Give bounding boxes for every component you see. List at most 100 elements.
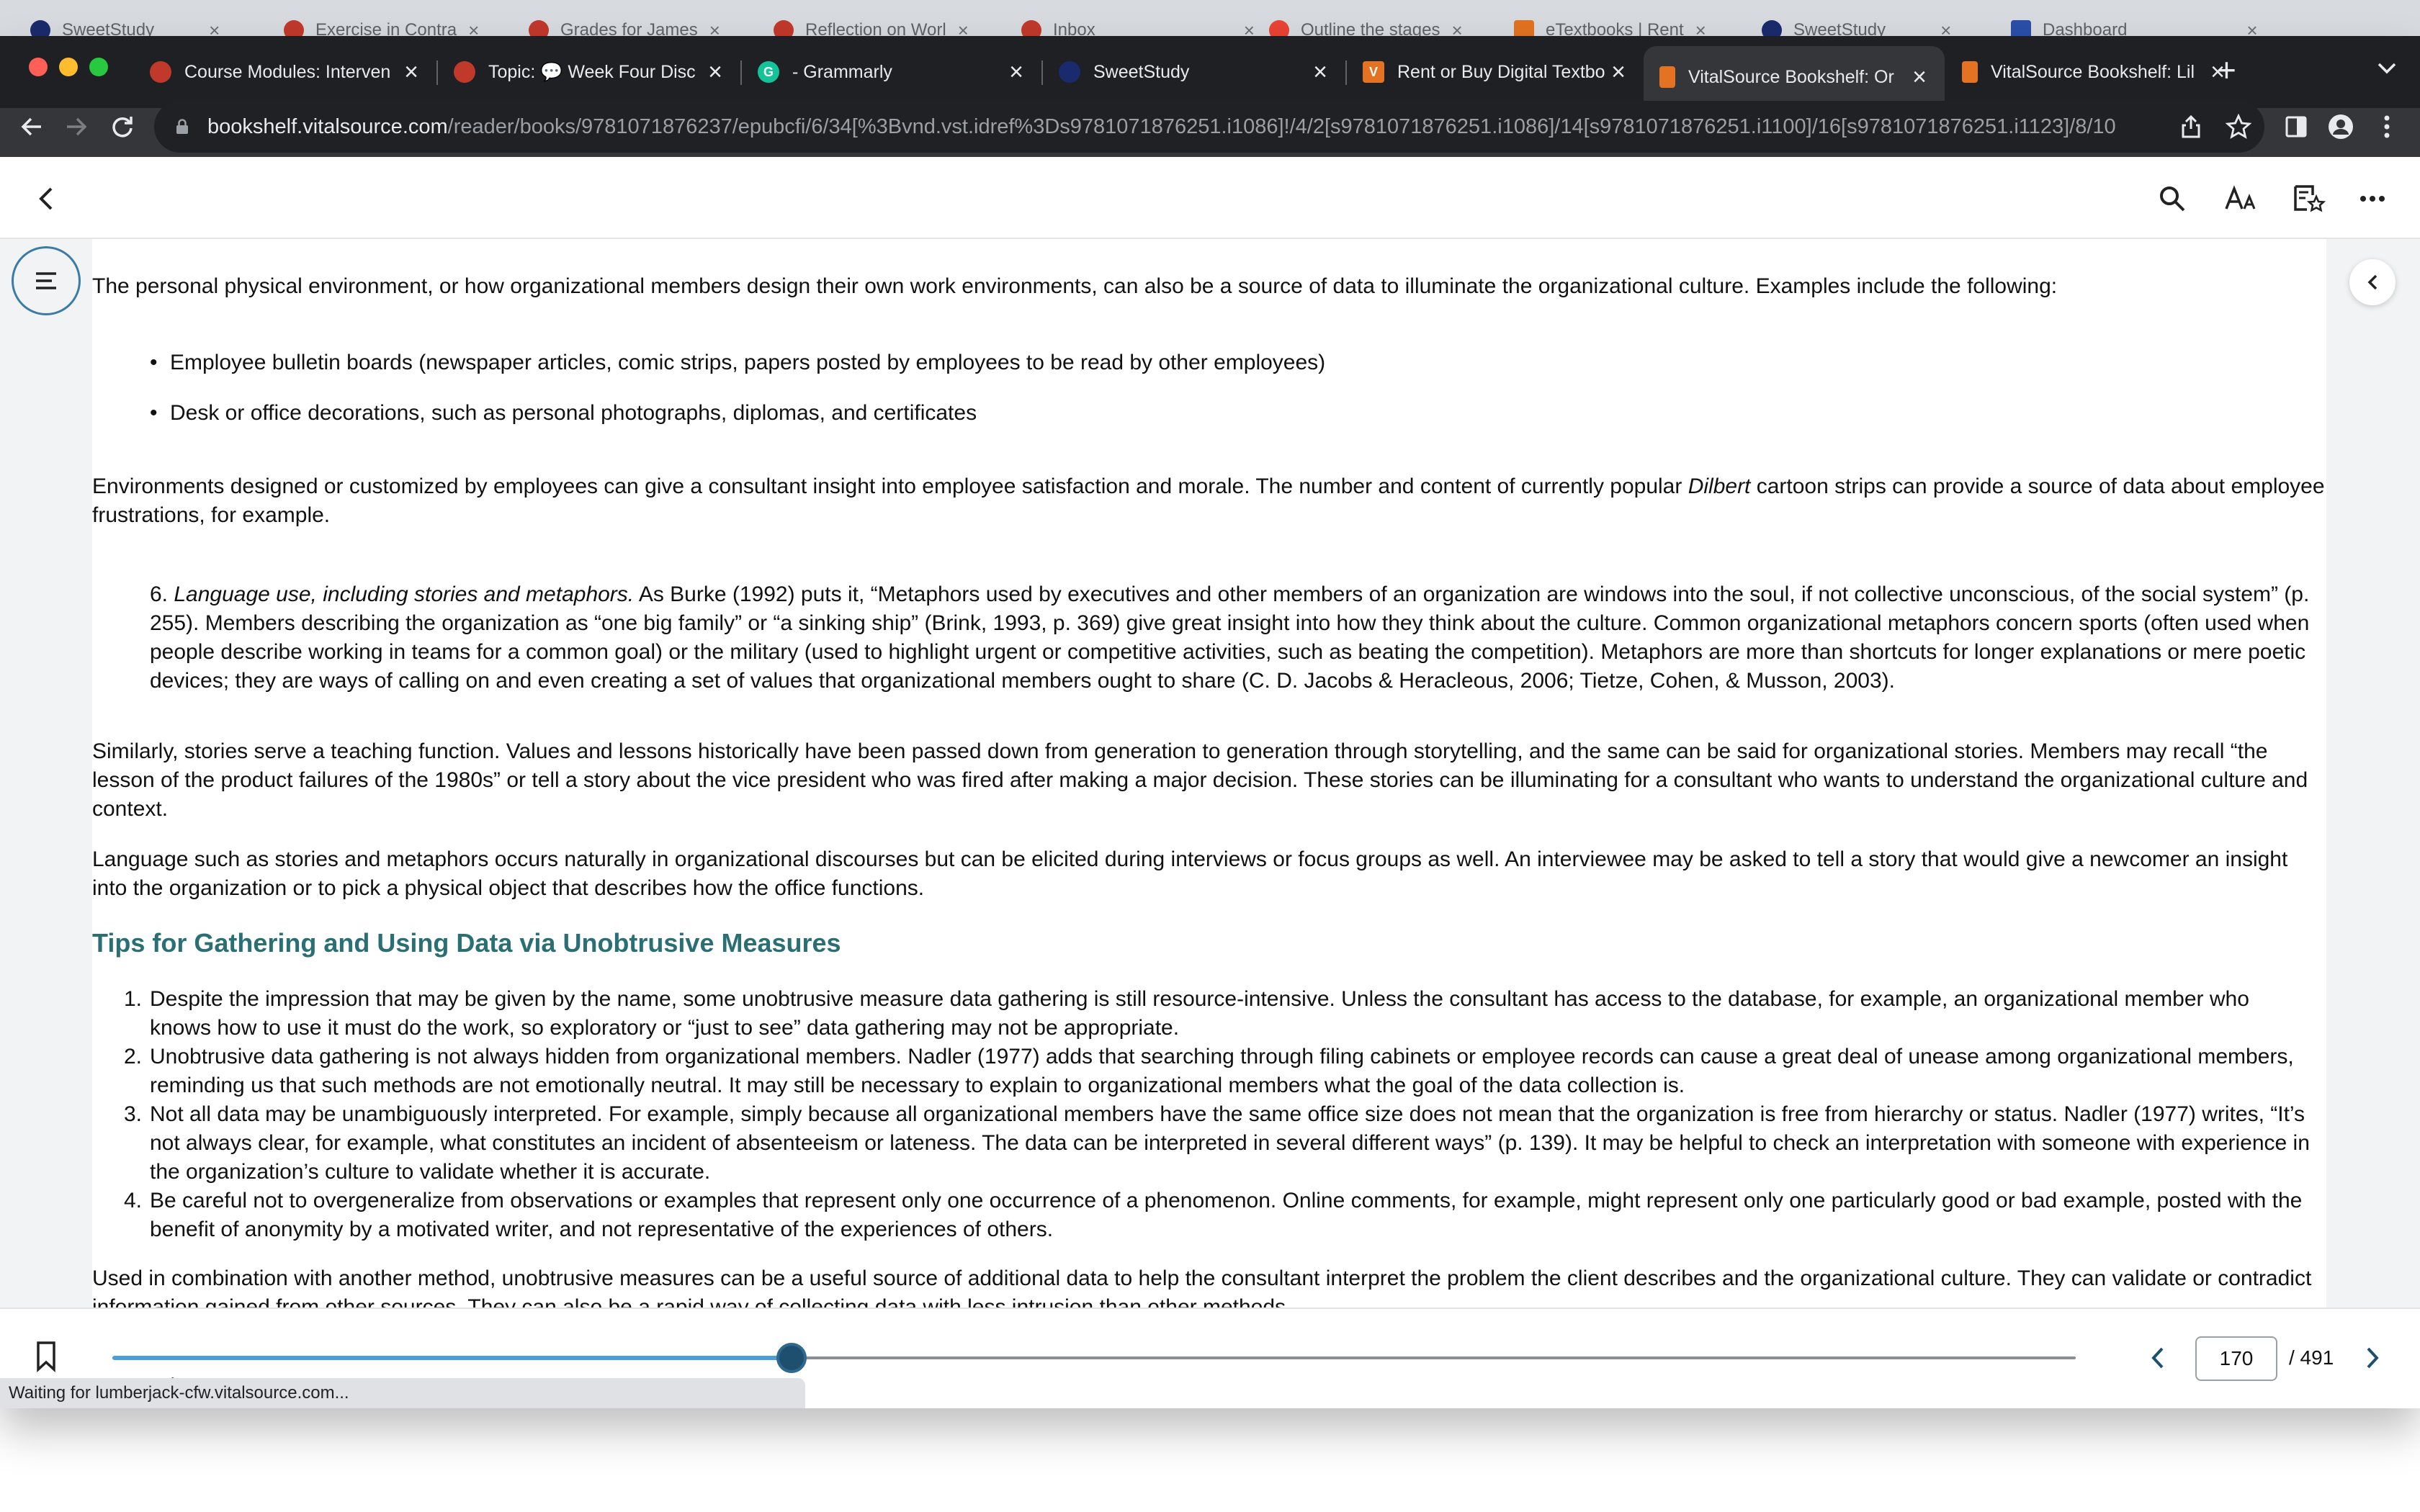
canvas-favicon-icon — [529, 20, 549, 36]
notes-highlights-button[interactable] — [2289, 179, 2329, 219]
tab-search-chevron-icon[interactable] — [2377, 58, 2397, 81]
side-panel-icon[interactable] — [2279, 109, 2313, 144]
reload-button[interactable] — [101, 105, 144, 148]
minimize-window-button[interactable] — [59, 58, 78, 76]
close-icon[interactable]: × — [468, 19, 479, 37]
page-total: / 491 — [2289, 1346, 2334, 1369]
item-number: 4. — [124, 1189, 143, 1212]
table-of-contents-button[interactable] — [12, 246, 81, 315]
tips-numbered-list: 1. Despite the impression that may be giv… — [124, 985, 2311, 1244]
list-item: 4. Be careful not to overgeneralize from … — [124, 1187, 2311, 1244]
environment-paragraph: Environments designed or customized by e… — [92, 472, 2325, 530]
bookmark-star-icon[interactable] — [2221, 109, 2256, 144]
sweetstudy-favicon-icon — [1762, 20, 1782, 36]
next-page-button[interactable] — [2355, 1341, 2390, 1375]
emphasis-text: Dilbert — [1688, 474, 1751, 498]
new-tab-button[interactable]: + — [2217, 53, 2236, 86]
background-tab[interactable]: Reflection on Worl × — [758, 16, 985, 36]
previous-page-button[interactable] — [2141, 1341, 2175, 1375]
close-icon[interactable]: × — [1695, 19, 1706, 37]
chevron-right-icon — [2367, 1347, 2379, 1369]
close-icon[interactable]: × — [1309, 60, 1331, 84]
dashboard-favicon-icon — [2011, 20, 2031, 36]
back-button[interactable] — [10, 105, 53, 148]
bookmark-icon[interactable] — [32, 1341, 60, 1372]
tab-vitalsource-bookshelf[interactable]: VitalSource Bookshelf: Lil × — [1946, 46, 2243, 98]
tab-week-four-discussion[interactable]: Topic: 💬 Week Four Disc × — [438, 46, 740, 98]
page-slider-progress — [112, 1356, 792, 1360]
tab-sweetstudy[interactable]: SweetStudy × — [1043, 46, 1345, 98]
address-bar[interactable]: bookshelf.vitalsource.com/reader/books/9… — [154, 101, 2264, 153]
background-tab-title: SweetStudy — [1793, 20, 1886, 36]
notebook-star-icon — [2294, 185, 2326, 212]
close-icon[interactable]: × — [1005, 60, 1027, 84]
background-tab[interactable]: Exercise in Contra × — [268, 16, 495, 36]
arrow-left-icon — [21, 117, 41, 136]
profile-avatar-icon[interactable] — [2323, 109, 2358, 144]
background-tab[interactable]: SweetStudy × — [14, 16, 236, 36]
close-icon[interactable]: × — [1909, 65, 1930, 89]
arrow-right-icon — [67, 117, 87, 136]
background-tab-title: Dashboard — [2043, 20, 2128, 36]
forward-button[interactable] — [55, 105, 98, 148]
tab-title: VitalSource Bookshelf: Lil — [1991, 61, 2195, 82]
reload-icon — [112, 117, 133, 138]
reader-back-button[interactable] — [26, 179, 66, 219]
font-size-icon — [2225, 185, 2256, 210]
search-icon — [2160, 186, 2185, 212]
intro-paragraph: The personal physical environment, or ho… — [92, 274, 2058, 298]
zoom-window-button[interactable] — [89, 58, 108, 76]
tab-course-modules[interactable]: Course Modules: Interven × — [134, 46, 436, 98]
background-tab[interactable]: Inbox × — [1005, 16, 1270, 36]
item-number: 6. — [150, 582, 169, 606]
close-icon[interactable]: × — [958, 19, 969, 37]
close-icon[interactable]: × — [704, 60, 726, 84]
background-tab-title: Grades for James — [560, 20, 698, 36]
background-tab[interactable]: Dashboard × — [1995, 16, 2274, 36]
page-number-input[interactable] — [2195, 1336, 2277, 1381]
examples-bullet-list: Employee bulletin boards (newspaper arti… — [150, 348, 2303, 449]
background-tab-title: Exercise in Contra — [315, 20, 457, 36]
canvas-favicon-icon — [774, 20, 794, 36]
tab-grammarly[interactable]: G - Grammarly × — [742, 46, 1041, 98]
reader-more-options-button[interactable] — [2352, 179, 2393, 219]
tab-title: VitalSource Bookshelf: Or — [1688, 66, 1894, 87]
page-slider-handle[interactable] — [776, 1343, 807, 1373]
list-item: 3. Not all data may be unambiguously inte… — [124, 1100, 2311, 1187]
background-tab[interactable]: SweetStudy × — [1746, 16, 1967, 36]
close-window-button[interactable] — [29, 58, 48, 76]
close-icon[interactable]: × — [1940, 19, 1951, 37]
url-text: bookshelf.vitalsource.com/reader/books/9… — [207, 115, 2116, 139]
text-size-button[interactable] — [2221, 179, 2262, 219]
close-icon[interactable]: × — [709, 19, 720, 37]
background-tab[interactable]: Grades for James × — [513, 16, 736, 36]
close-icon[interactable]: × — [1451, 19, 1462, 37]
canvas-favicon-icon — [284, 20, 304, 36]
reader-header — [0, 157, 2420, 239]
background-tab[interactable]: Outline the stages × — [1253, 16, 1479, 36]
url-path: /reader/books/9781071876237/epubcfi/6/34… — [447, 114, 2116, 138]
left-gutter — [0, 239, 92, 1308]
chevron-left-icon — [2151, 1347, 2164, 1369]
tab-vitalsource-bookshelf-active[interactable]: VitalSource Bookshelf: Or × — [1644, 46, 1945, 108]
browser-menu-icon[interactable] — [2370, 109, 2404, 144]
share-icon[interactable] — [2174, 109, 2208, 144]
chevron-left-icon — [39, 187, 53, 210]
canvas-favicon-icon — [150, 61, 171, 83]
list-item: 1. Despite the impression that may be giv… — [124, 985, 2311, 1043]
close-icon[interactable]: × — [400, 60, 422, 84]
tab-rent-or-buy[interactable]: V Rent or Buy Digital Textbo × — [1347, 46, 1644, 98]
closing-paragraph: Used in combination with another method,… — [92, 1266, 2312, 1308]
text-span: Environments designed or customized by e… — [92, 474, 1688, 498]
close-icon[interactable]: × — [209, 19, 220, 37]
background-tab[interactable]: eTextbooks | Rent × — [1498, 16, 1722, 36]
canvas-favicon-icon — [454, 61, 475, 83]
close-icon[interactable]: × — [1608, 60, 1629, 84]
background-tab-title: Outline the stages — [1301, 20, 1440, 36]
reader-search-button[interactable] — [2152, 179, 2192, 219]
item-number: 3. — [124, 1102, 143, 1126]
collapse-panel-button[interactable] — [2349, 259, 2396, 305]
vitalsource-favicon-icon: V — [1363, 61, 1384, 83]
close-icon[interactable]: × — [2246, 19, 2257, 37]
url-host: bookshelf.vitalsource.com — [207, 114, 448, 138]
